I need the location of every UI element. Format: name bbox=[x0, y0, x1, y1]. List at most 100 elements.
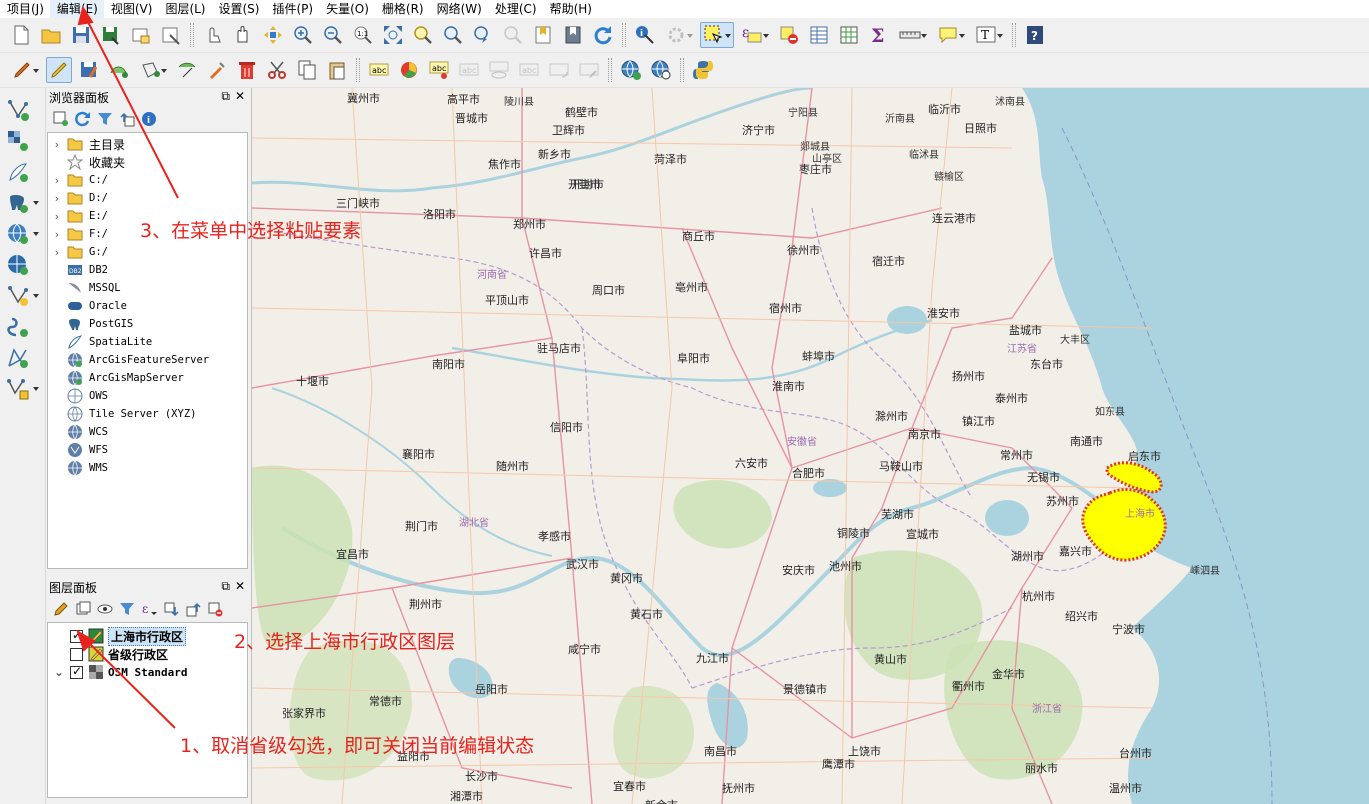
float-panel-icon[interactable]: ⧉ bbox=[221, 89, 230, 104]
layer-item[interactable]: 上海市行政区 bbox=[48, 626, 247, 646]
show-hide-labels-button[interactable] bbox=[486, 57, 512, 83]
change-label-button[interactable] bbox=[576, 57, 602, 83]
zoom-out-button[interactable] bbox=[320, 22, 346, 48]
touch-zoom-button[interactable] bbox=[200, 22, 226, 48]
layer-item[interactable]: ⌄ OSM Standard bbox=[48, 663, 247, 681]
browser-item[interactable]: WCS bbox=[48, 423, 247, 441]
field-calculator-button[interactable] bbox=[836, 22, 862, 48]
deselect-all-button[interactable] bbox=[776, 22, 802, 48]
filter-legend-icon[interactable] bbox=[118, 600, 136, 618]
identify-features-button[interactable]: i bbox=[632, 22, 658, 48]
help-contents-button[interactable]: ? bbox=[1022, 22, 1048, 48]
toolbar-grip[interactable] bbox=[680, 58, 684, 82]
chevron-right-icon[interactable]: › bbox=[48, 192, 66, 205]
chevron-right-icon[interactable]: › bbox=[48, 246, 66, 259]
paste-features-button[interactable] bbox=[324, 57, 350, 83]
add-virtual-layer-icon[interactable] bbox=[3, 313, 39, 341]
browser-item[interactable]: ArcGisFeatureServer bbox=[48, 351, 247, 369]
float-panel-icon[interactable]: ⧉ bbox=[221, 579, 230, 594]
pan-map-button[interactable] bbox=[230, 22, 256, 48]
delete-selected-button[interactable] bbox=[234, 57, 260, 83]
browser-item[interactable]: 收藏夹 bbox=[48, 153, 247, 171]
save-layer-edits-button[interactable] bbox=[76, 57, 102, 83]
browser-item[interactable]: SpatiaLite bbox=[48, 333, 247, 351]
add-group-icon[interactable] bbox=[74, 600, 92, 618]
zoom-native-resolution-button[interactable]: 1:1 bbox=[350, 22, 376, 48]
menu-item-4[interactable]: 设置(S) bbox=[212, 0, 266, 18]
browser-item[interactable]: ArcGisMapServer bbox=[48, 369, 247, 387]
menu-item-2[interactable]: 视图(V) bbox=[104, 0, 159, 18]
add-postgis-layer-icon[interactable] bbox=[3, 189, 39, 217]
layer-labeling-button[interactable]: abc bbox=[366, 57, 392, 83]
browser-item[interactable]: › D:/ bbox=[48, 189, 247, 207]
add-wcs-layer-icon[interactable] bbox=[3, 251, 39, 279]
toggle-editing-button[interactable] bbox=[46, 57, 72, 83]
map-canvas[interactable]: 冀州市 高平市 陵川县 鹤壁市 宁阳县 沂南县 临沂市 沭南县 日照市 晋城市 卫辉市 济宁市 郯城县山… bbox=[251, 88, 1369, 804]
toolbar-grip[interactable] bbox=[356, 58, 360, 82]
browser-item[interactable]: › C:/ bbox=[48, 171, 247, 189]
filter-legend-by-expression-icon[interactable]: ε bbox=[140, 600, 158, 618]
move-label-button[interactable]: abc bbox=[516, 57, 542, 83]
layer-item[interactable]: 省级行政区 bbox=[48, 645, 247, 663]
refresh-icon[interactable] bbox=[74, 110, 92, 128]
new-vector-layer-icon[interactable] bbox=[3, 282, 39, 310]
manage-map-themes-icon[interactable] bbox=[96, 600, 114, 618]
statistical-summary-button[interactable]: Σ bbox=[866, 22, 892, 48]
menu-item-10[interactable]: 帮助(H) bbox=[543, 0, 598, 18]
save-project-button[interactable] bbox=[68, 22, 94, 48]
add-vector-layer-icon[interactable] bbox=[3, 96, 39, 124]
chevron-right-icon[interactable]: › bbox=[48, 174, 66, 187]
add-polygon-feature-button[interactable] bbox=[136, 57, 170, 83]
add-delimited-text-layer-icon[interactable] bbox=[3, 375, 39, 403]
metasearch-globe-button[interactable] bbox=[648, 57, 674, 83]
show-bookmarks-button[interactable] bbox=[560, 22, 586, 48]
toolbar-grip[interactable] bbox=[190, 23, 194, 47]
open-layer-styling-icon[interactable] bbox=[52, 600, 70, 618]
add-selected-layers-icon[interactable] bbox=[52, 110, 70, 128]
close-panel-icon[interactable]: ✕ bbox=[235, 579, 245, 594]
menu-item-5[interactable]: 插件(P) bbox=[265, 0, 319, 18]
chevron-right-icon[interactable]: › bbox=[48, 228, 66, 241]
zoom-full-button[interactable] bbox=[380, 22, 406, 48]
select-by-expression-button[interactable]: ε bbox=[738, 22, 772, 48]
pin-unpin-labels-button[interactable]: abc bbox=[426, 57, 452, 83]
browser-item[interactable]: DB2 DB2 bbox=[48, 261, 247, 279]
close-panel-icon[interactable]: ✕ bbox=[235, 89, 245, 104]
current-edits-button[interactable] bbox=[8, 57, 42, 83]
browser-item[interactable]: WMS bbox=[48, 459, 247, 477]
text-annotation-button[interactable]: T bbox=[972, 22, 1006, 48]
select-features-button[interactable] bbox=[700, 22, 734, 48]
expand-all-icon[interactable] bbox=[162, 600, 180, 618]
menu-item-9[interactable]: 处理(C) bbox=[488, 0, 543, 18]
run-action-button[interactable] bbox=[662, 22, 696, 48]
new-print-layout-button[interactable] bbox=[128, 22, 154, 48]
toolbar-grip[interactable] bbox=[608, 58, 612, 82]
layer-diagram-button[interactable] bbox=[396, 57, 422, 83]
save-as-button[interactable] bbox=[98, 22, 124, 48]
menu-item-7[interactable]: 栅格(R) bbox=[375, 0, 430, 18]
python-console-button[interactable] bbox=[690, 57, 716, 83]
zoom-in-button[interactable] bbox=[290, 22, 316, 48]
zoom-to-layer-button[interactable] bbox=[440, 22, 466, 48]
browser-item[interactable]: › G:/ bbox=[48, 243, 247, 261]
menu-item-1[interactable]: 编辑(E) bbox=[49, 0, 104, 18]
vertex-tool-button[interactable] bbox=[174, 57, 200, 83]
new-spatial-bookmark-button[interactable] bbox=[530, 22, 556, 48]
add-mesh-layer-icon[interactable] bbox=[3, 344, 39, 372]
toolbar-grip[interactable] bbox=[622, 23, 626, 47]
add-spatialite-layer-icon[interactable] bbox=[3, 158, 39, 186]
layer-visibility-checkbox[interactable] bbox=[70, 647, 83, 661]
highlight-pinned-labels-button[interactable]: abc bbox=[456, 57, 482, 83]
copy-features-button[interactable] bbox=[294, 57, 320, 83]
add-wms-wmts-layer-icon[interactable] bbox=[3, 220, 39, 248]
browser-item[interactable]: MSSQL bbox=[48, 279, 247, 297]
modify-attributes-button[interactable] bbox=[204, 57, 230, 83]
menu-item-8[interactable]: 网络(W) bbox=[430, 0, 488, 18]
new-project-button[interactable] bbox=[8, 22, 34, 48]
menu-item-3[interactable]: 图层(L) bbox=[158, 0, 211, 18]
open-project-button[interactable] bbox=[38, 22, 64, 48]
chevron-right-icon[interactable]: › bbox=[48, 210, 66, 223]
collapse-all-icon[interactable] bbox=[184, 600, 202, 618]
add-raster-layer-icon[interactable] bbox=[3, 127, 39, 155]
browser-item[interactable]: › 主目录 bbox=[48, 135, 247, 153]
